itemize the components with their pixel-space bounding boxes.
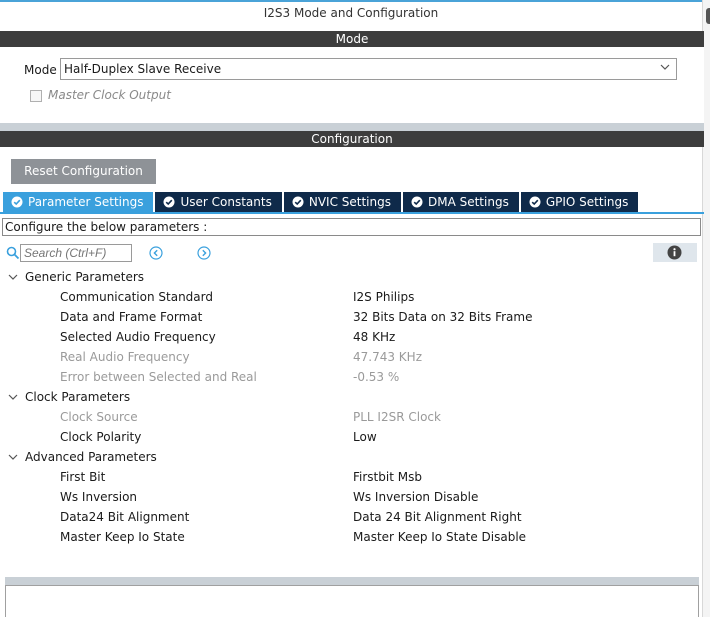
param-row[interactable]: Data24 Bit Alignment Data 24 Bit Alignme… [0,507,704,527]
configuration-section-header: Configuration [0,131,704,147]
chevron-down-icon [8,394,18,400]
param-value: Ws Inversion Disable [353,490,479,504]
tab-gpio-settings[interactable]: GPIO Settings [520,192,639,212]
tree-group-clock-parameters[interactable]: Clock Parameters [0,387,704,407]
bottom-divider [5,577,699,585]
param-value: 47.743 KHz [353,350,422,364]
param-name: Real Audio Frequency [60,350,190,364]
param-name: First Bit [60,470,106,484]
tree-group-generic-parameters[interactable]: Generic Parameters [0,267,704,287]
param-row[interactable]: First Bit Firstbit Msb [0,467,704,487]
tab-nvic-settings[interactable]: NVIC Settings [283,192,401,212]
chevron-down-icon [8,274,18,280]
check-circle-icon [11,196,23,208]
tab-label: NVIC Settings [308,195,391,209]
param-row[interactable]: Ws Inversion Ws Inversion Disable [0,487,704,507]
param-name: Communication Standard [60,290,213,304]
next-result-icon[interactable] [197,246,211,260]
tab-underline [0,212,704,214]
param-value: Low [353,430,377,444]
settings-tabs: Parameter Settings User Constants NVIC S… [3,192,640,212]
tab-parameter-settings[interactable]: Parameter Settings [3,192,154,212]
section-divider [0,123,704,131]
tab-dma-settings[interactable]: DMA Settings [402,192,519,212]
param-row[interactable]: Selected Audio Frequency 48 KHz [0,327,704,347]
tab-user-constants[interactable]: User Constants [155,192,282,212]
param-row[interactable]: Clock Polarity Low [0,427,704,447]
param-name: Clock Polarity [60,430,142,444]
master-clock-output-label: Master Clock Output [48,88,171,102]
tab-label: DMA Settings [427,195,509,209]
param-row: Real Audio Frequency 47.743 KHz [0,347,704,367]
param-name: Selected Audio Frequency [60,330,216,344]
description-panel [5,585,699,617]
tree-group-advanced-parameters[interactable]: Advanced Parameters [0,447,704,467]
info-button[interactable] [653,243,697,262]
param-name: Error between Selected and Real [60,370,257,384]
mode-section-header: Mode [0,31,704,47]
param-value: 48 KHz [353,330,396,344]
window-title: I2S3 Mode and Configuration [263,6,439,20]
check-circle-icon [292,196,304,208]
param-value: -0.53 % [353,370,400,384]
param-name: Data and Frame Format [60,310,203,324]
mode-label: Mode [24,63,57,77]
group-label: Advanced Parameters [25,450,157,464]
param-name: Ws Inversion [60,490,138,504]
check-circle-icon [163,196,175,208]
param-value: Data 24 Bit Alignment Right [353,510,522,524]
group-label: Generic Parameters [25,270,145,284]
tab-label: GPIO Settings [545,195,629,209]
info-icon [667,245,682,260]
check-circle-icon [411,196,423,208]
chevron-down-icon [660,64,670,70]
param-name: Data24 Bit Alignment [60,510,190,524]
chevron-down-icon [8,454,18,460]
search-icon[interactable] [6,246,20,260]
group-label: Clock Parameters [25,390,131,404]
mode-select[interactable]: Half-Duplex Slave Receive [60,58,677,80]
param-row: Error between Selected and Real -0.53 % [0,367,704,387]
param-value: Firstbit Msb [353,470,422,484]
window-top-accent [0,0,710,2]
param-value: PLL I2SR Clock [353,410,441,424]
master-clock-output-checkbox[interactable] [30,90,42,102]
tab-label: User Constants [180,195,272,209]
parameter-hint: Configure the below parameters : [2,218,701,236]
param-row[interactable]: Data and Frame Format 32 Bits Data on 32… [0,307,704,327]
param-value: Master Keep Io State Disable [353,530,527,544]
param-value: 32 Bits Data on 32 Bits Frame [353,310,533,324]
edge-handle[interactable] [706,8,710,24]
param-row: Clock Source PLL I2SR Clock [0,407,704,427]
tab-label: Parameter Settings [28,195,144,209]
param-name: Clock Source [60,410,138,424]
check-circle-icon [529,196,541,208]
param-row[interactable]: Master Keep Io State Master Keep Io Stat… [0,527,704,547]
mode-select-value: Half-Duplex Slave Receive [64,62,222,76]
previous-result-icon[interactable] [149,246,163,260]
reset-configuration-button[interactable]: Reset Configuration [11,159,156,184]
param-name: Master Keep Io State [60,530,185,544]
param-row[interactable]: Communication Standard I2S Philips [0,287,704,307]
param-value: I2S Philips [353,290,415,304]
search-input[interactable] [20,244,132,262]
